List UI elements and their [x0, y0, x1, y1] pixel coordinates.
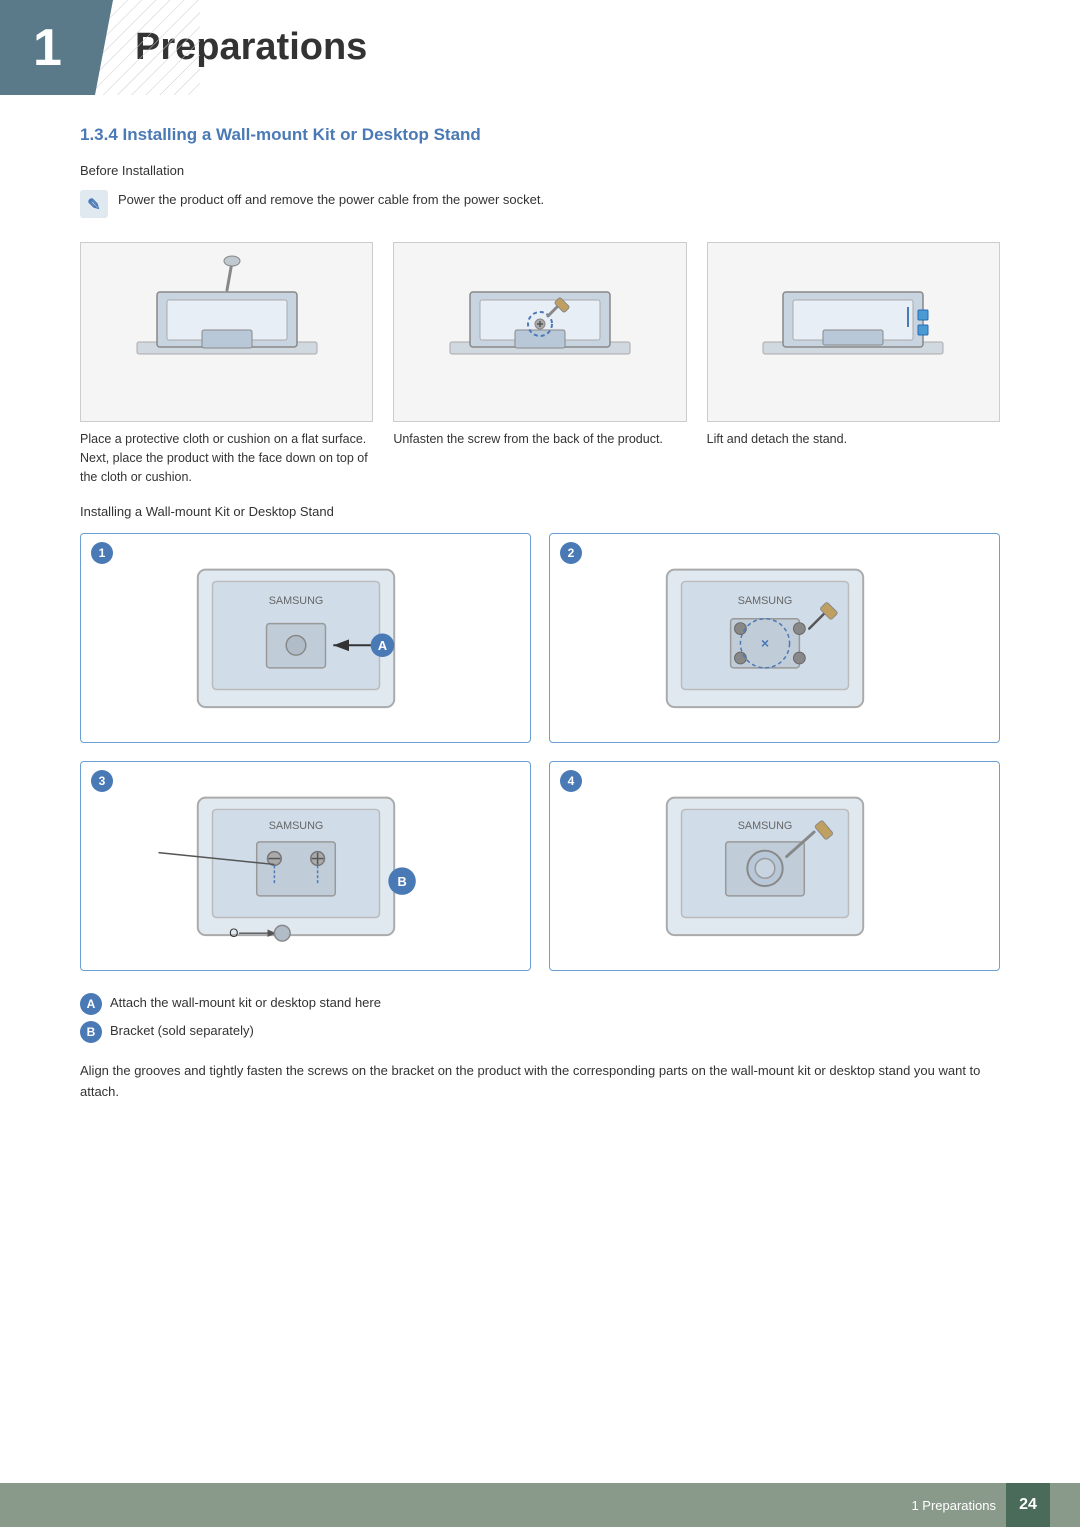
diagram-cell-2: 2 SAMSUNG × — [549, 533, 1000, 743]
diagram-num-3: 3 — [91, 770, 113, 792]
diagram-num-2: 2 — [560, 542, 582, 564]
step-image-3: Lift and detach the stand. — [707, 242, 1000, 486]
footer-section-text: 1 Preparations — [911, 1498, 996, 1513]
svg-text:✎: ✎ — [87, 197, 100, 214]
note-icon: ✎ — [80, 190, 108, 218]
diagram-cell-1: 1 SAMSUNG A — [80, 533, 531, 743]
svg-text:A: A — [377, 638, 386, 653]
step-image-1: Place a protective cloth or cushion on a… — [80, 242, 373, 486]
legend-list: A Attach the wall-mount kit or desktop s… — [80, 993, 1000, 1043]
svg-text:SAMSUNG: SAMSUNG — [737, 820, 792, 832]
diagram-num-1: 1 — [91, 542, 113, 564]
install-section-label: Installing a Wall-mount Kit or Desktop S… — [80, 504, 1000, 519]
note-box: ✎ Power the product off and remove the p… — [80, 190, 1000, 218]
diagram-num-4: 4 — [560, 770, 582, 792]
svg-text:SAMSUNG: SAMSUNG — [268, 595, 323, 607]
page-footer: 1 Preparations 24 — [0, 1483, 1080, 1527]
diagram-cell-4: 4 SAMSUNG — [549, 761, 1000, 971]
diagram-grid: 1 SAMSUNG A — [80, 533, 1000, 971]
step-image-2: Unfasten the screw from the back of the … — [393, 242, 686, 486]
step-caption-1: Place a protective cloth or cushion on a… — [80, 430, 373, 486]
badge-a: A — [80, 993, 102, 1015]
legend-item-a: A Attach the wall-mount kit or desktop s… — [80, 993, 1000, 1015]
step-caption-2: Unfasten the screw from the back of the … — [393, 430, 686, 449]
badge-b: B — [80, 1021, 102, 1043]
svg-text:O: O — [229, 927, 238, 940]
svg-text:SAMSUNG: SAMSUNG — [737, 595, 792, 607]
step-images-row: Place a protective cloth or cushion on a… — [80, 242, 1000, 486]
legend-item-b: B Bracket (sold separately) — [80, 1021, 1000, 1043]
chapter-number: 1 — [33, 18, 62, 78]
before-install-label: Before Installation — [80, 163, 1000, 178]
step-image-placeholder-1 — [80, 242, 373, 422]
svg-text:SAMSUNG: SAMSUNG — [268, 820, 323, 832]
section-title: 1.3.4 Installing a Wall-mount Kit or Des… — [80, 125, 1000, 145]
footer-page-number: 24 — [1006, 1483, 1050, 1527]
note-text: Power the product off and remove the pow… — [118, 190, 544, 210]
legend-text-b: Bracket (sold separately) — [110, 1021, 254, 1038]
main-content: 1.3.4 Installing a Wall-mount Kit or Des… — [0, 95, 1080, 1183]
diagram-cell-3: 3 SAMSUNG B O — [80, 761, 531, 971]
step-caption-3: Lift and detach the stand. — [707, 430, 1000, 449]
legend-text-a: Attach the wall-mount kit or desktop sta… — [110, 993, 381, 1010]
step-image-placeholder-3 — [707, 242, 1000, 422]
step-image-placeholder-2 — [393, 242, 686, 422]
svg-text:B: B — [397, 874, 406, 889]
chapter-number-block: 1 — [0, 0, 95, 95]
body-text: Align the grooves and tightly fasten the… — [80, 1061, 1000, 1103]
svg-text:×: × — [761, 636, 769, 651]
